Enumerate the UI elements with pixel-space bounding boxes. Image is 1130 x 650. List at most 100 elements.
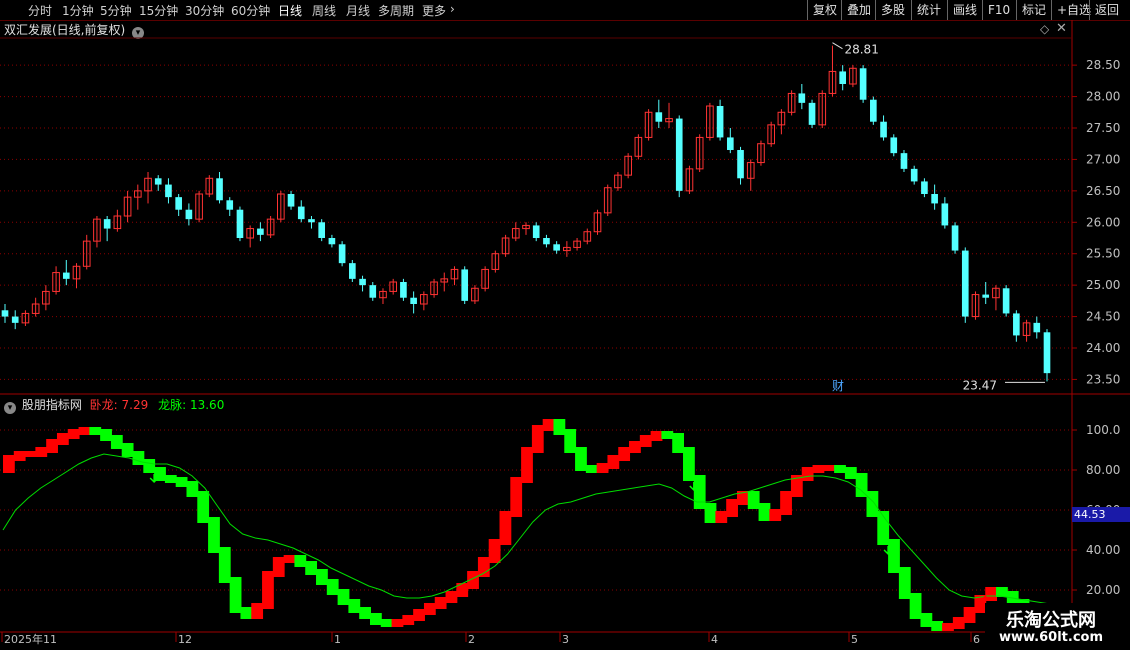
indicator-step: [952, 617, 965, 629]
chart-canvas[interactable]: 28.50 28.00 27.50 27.00 26.50 26.00 25.50 25.00…: [0, 0, 1130, 650]
indicator-step: [780, 491, 792, 515]
indicator-step: [316, 569, 328, 585]
candle-body: [349, 263, 356, 279]
y-tick-label: 20.00: [1086, 583, 1120, 597]
candle-body: [798, 93, 806, 103]
indicator-step: [510, 477, 523, 517]
x-tick-label: 4: [711, 633, 718, 646]
indicator-step: [262, 571, 274, 609]
candle-body: [890, 137, 898, 154]
y-tick-label: 27.00: [1086, 152, 1120, 166]
watermark: 乐淘公式网 www.60lt.com: [985, 603, 1130, 650]
candle-body: [1043, 332, 1051, 374]
candle-body: [1, 310, 9, 317]
x-tick-label: 5: [851, 633, 858, 646]
indicator-step: [326, 579, 339, 595]
candle-body: [165, 184, 172, 198]
indicator-step: [823, 465, 836, 471]
candle-body: [532, 225, 540, 238]
candle-body: [62, 272, 70, 279]
candle-body: [716, 106, 724, 138]
indicator-step: [585, 465, 598, 473]
indicator-step: [747, 491, 760, 509]
candle-body: [338, 244, 346, 264]
indicator-step: [3, 455, 15, 473]
indicator-step: [942, 623, 954, 631]
indicator-step: [629, 441, 641, 453]
y-tick-label: 26.00: [1086, 215, 1120, 229]
indicator-step: [175, 477, 188, 487]
indicator-step: [369, 613, 382, 625]
x-tick-label: 2025年11: [4, 632, 57, 646]
indicator-step: [834, 465, 846, 473]
candle-body: [870, 99, 877, 122]
indicator-step: [348, 599, 361, 613]
y-tick-label: 80.00: [1086, 463, 1120, 477]
y-tick-label: 28.50: [1086, 58, 1120, 72]
indicator-step: [56, 433, 69, 445]
x-tick-label: 2: [468, 633, 475, 646]
candle-body: [931, 194, 938, 204]
indicator-step: [888, 539, 900, 573]
candle-body: [400, 282, 407, 298]
indicator-step: [618, 447, 631, 461]
candle-body: [675, 118, 683, 191]
candle-body: [216, 178, 223, 201]
candle-body: [297, 206, 305, 220]
indicator-step: [553, 419, 566, 435]
indicator-step: [672, 433, 685, 453]
indicator-step: [100, 429, 112, 441]
indicator-step: [337, 589, 350, 605]
indicator-step: [434, 597, 447, 609]
y-tick-label: 25.00: [1086, 278, 1120, 292]
indicator-step: [132, 451, 145, 465]
candle-body: [880, 121, 887, 138]
candle-body: [900, 153, 908, 169]
indicator-step: [294, 555, 307, 567]
indicator-step: [477, 557, 490, 577]
cursor-price-tag: 44.53: [1072, 507, 1130, 522]
indicator-step: [272, 557, 285, 577]
indicator-step: [305, 561, 318, 575]
x-tick-label: 6: [973, 633, 980, 646]
indicator-step: [359, 607, 371, 619]
indicator-step: [898, 567, 911, 599]
indicator-step: [423, 603, 436, 615]
indicator-step: [164, 475, 177, 483]
x-tick-label: 1: [334, 633, 341, 646]
indicator-step: [715, 511, 728, 523]
indicator-step: [963, 607, 976, 623]
indicator-step: [866, 491, 879, 517]
indicator-step: [208, 517, 220, 553]
candle-body: [961, 250, 969, 317]
indicator-step: [661, 431, 674, 439]
y-tick-label: 40.00: [1086, 543, 1120, 557]
high-pointer: [832, 42, 843, 50]
indicator-step: [380, 619, 393, 627]
indicator-step: [143, 459, 156, 473]
indicator-step: [801, 467, 814, 481]
indicator-step: [920, 613, 933, 627]
indicator-step: [855, 473, 868, 497]
candle-body: [859, 68, 867, 100]
indicator-step: [499, 511, 512, 545]
indicator-step: [812, 465, 825, 473]
indicator-step: [89, 427, 102, 435]
indicator-step: [13, 451, 26, 461]
y-tick-label: 23.50: [1086, 372, 1120, 386]
candle-body: [359, 278, 366, 286]
indicator-step: [521, 447, 533, 483]
indicator-step: [726, 499, 738, 517]
candle-body: [982, 294, 990, 298]
indicator-step: [607, 455, 620, 469]
candle-body: [308, 219, 315, 223]
y-tick-label: 26.50: [1086, 184, 1120, 198]
candle-body: [410, 297, 417, 304]
indicator-step: [542, 419, 555, 431]
indicator-step: [683, 447, 695, 481]
indicator-step: [413, 609, 425, 621]
candle-body: [328, 238, 336, 245]
indicator-step: [229, 577, 242, 613]
candle-body: [543, 238, 550, 245]
indicator-step: [650, 431, 663, 441]
